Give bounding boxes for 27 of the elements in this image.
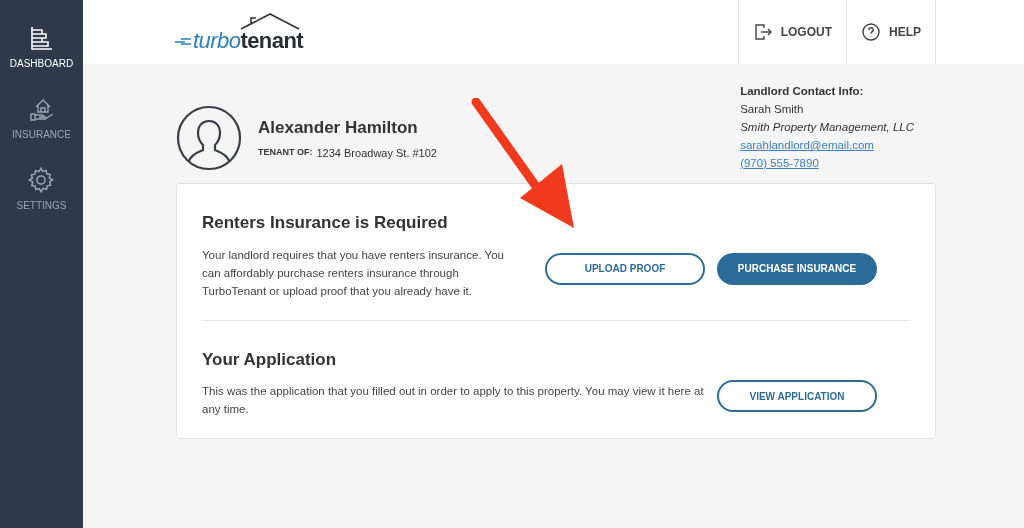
landlord-company: Smith Property Management, LLC xyxy=(740,120,914,135)
gear-icon xyxy=(27,166,56,194)
section-title: Renters Insurance is Required xyxy=(202,212,449,234)
action-button[interactable]: PURCHASE INSURANCE xyxy=(717,252,877,285)
roof-icon xyxy=(239,12,302,30)
help-icon xyxy=(861,22,881,42)
logout-button[interactable]: LOGOUT xyxy=(737,0,846,64)
logout-icon xyxy=(752,22,773,42)
email-link[interactable]: sarahlandlord@email.com xyxy=(740,136,914,154)
sidebar-item[interactable]: SETTINGS xyxy=(16,166,67,213)
speed-lines-icon xyxy=(175,37,191,45)
section-text: Your landlord requires that you have renters insurance. You can affordably purchase renters insurance through TurboTenant or upload proof that you already have it. xyxy=(202,247,505,299)
logo[interactable]: turbotenant xyxy=(193,30,304,52)
sidebar-item[interactable]: INSURANCE xyxy=(12,95,71,142)
sidebar-item[interactable]: DASHBOARD xyxy=(9,24,74,71)
tenant-address: 1234 Broadway St. #102 xyxy=(316,145,437,161)
action-button[interactable]: UPLOAD PROOF xyxy=(545,252,705,285)
tenant-name: Alexander Hamilton xyxy=(258,117,419,139)
section-text: This was the application that you filled out in order to apply to this property. You may view it here at any time. xyxy=(202,384,705,417)
action-button[interactable]: VIEW APPLICATION xyxy=(717,380,877,413)
tenant-label: TENANT OF: xyxy=(258,146,313,159)
landlord-name: Sarah Smith xyxy=(740,102,805,117)
section-title: Your Application xyxy=(202,348,338,371)
avatar-icon xyxy=(176,105,242,171)
help-button[interactable]: HELP xyxy=(846,0,936,64)
phone-link[interactable]: (970) 555-7890 xyxy=(740,154,914,172)
contact-heading: Landlord Contact Info: xyxy=(740,84,865,99)
